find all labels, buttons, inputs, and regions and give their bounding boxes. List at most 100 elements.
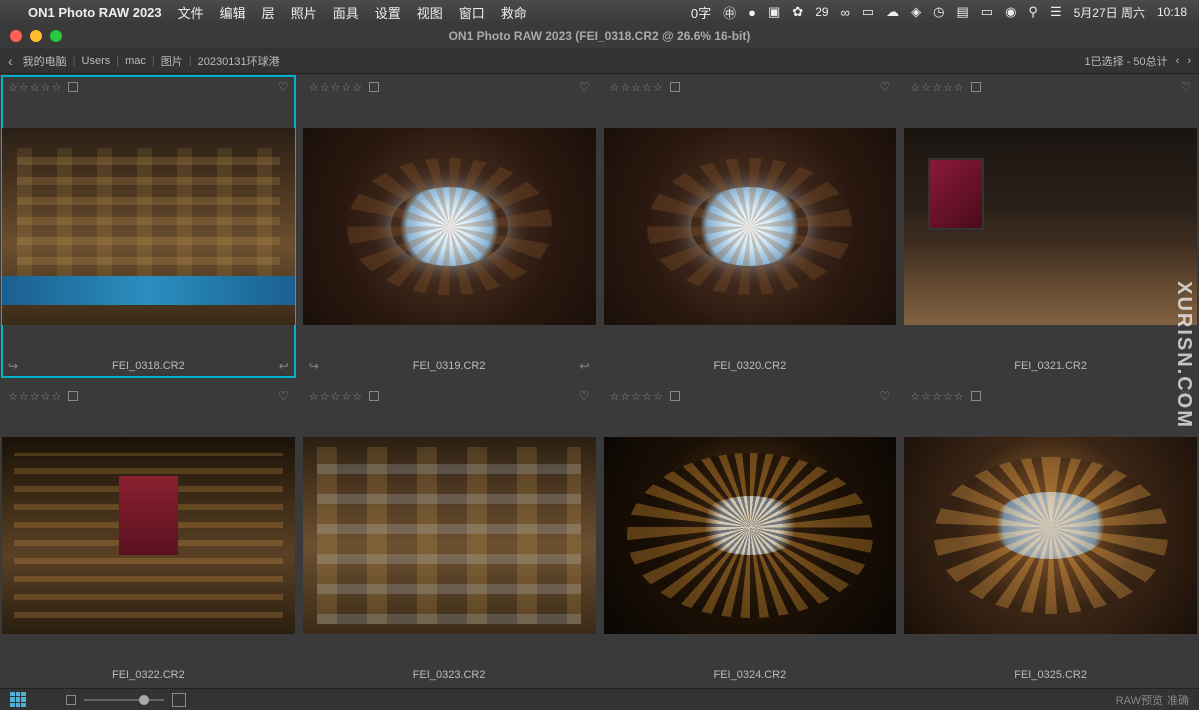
app-name[interactable]: ON1 Photo RAW 2023 [28,5,162,20]
rating-stars[interactable]: ☆☆☆☆☆ [610,390,664,403]
thumb-image[interactable] [604,128,897,325]
thumbnail[interactable]: ☆☆☆☆☆♡FEI_0321.CR2 [904,76,1197,377]
thumb-filename: FEI_0324.CR2 [713,669,786,681]
menu-window[interactable]: 窗口 [459,3,485,22]
rating-stars[interactable]: ☆☆☆☆☆ [309,390,363,403]
thumbnail[interactable]: ☆☆☆☆☆ ♡ FEI_0322.CR2 [2,385,295,686]
thumb-image[interactable] [303,128,596,325]
thumb-header: ☆☆☆☆☆ ♡ [904,76,1197,98]
control-center-icon[interactable]: ☰ [1050,4,1062,20]
menu-settings[interactable]: 设置 [375,3,401,22]
maximize-window-button[interactable] [50,30,62,42]
ime-indicator[interactable]: 0字 [691,3,711,22]
color-label[interactable] [670,391,680,401]
thumb-size-slider[interactable] [84,699,164,701]
thumbnail[interactable]: ☆☆☆☆☆ ♡ FEI_0320.CR2 [604,76,897,377]
window-title: ON1 Photo RAW 2023 (FEI_0318.CR2 @ 26.6%… [449,29,751,43]
thumbnail[interactable]: ☆☆☆☆☆♡↪FEI_0318.CR2↩ [2,76,295,377]
thumb-header: ☆☆☆☆☆ ♡ [303,385,596,407]
rating-stars[interactable]: ☆☆☆☆☆ [610,81,664,94]
thumbnail[interactable]: ☆☆☆☆☆♡↪FEI_0319.CR2↩ [303,76,596,377]
bottom-toolbar: RAW预览 准确 [0,688,1199,710]
breadcrumb-item[interactable]: Users [78,55,115,67]
next-arrow-icon[interactable]: ↩ [579,359,589,373]
breadcrumb-bar: ‹ 我的电脑| Users| mac| 图片| 20230131环球港 1已选择… [0,48,1199,74]
close-window-button[interactable] [10,30,22,42]
rating-stars[interactable]: ☆☆☆☆☆ [309,81,363,94]
raw-accurate-label[interactable]: 准确 [1167,692,1189,708]
thumb-filename: FEI_0322.CR2 [112,669,185,681]
color-label[interactable] [369,82,379,92]
thumbnail[interactable]: ☆☆☆☆☆♡FEI_0323.CR2 [303,385,596,686]
menu-photo[interactable]: 照片 [291,3,317,22]
thumb-footer: FEI_0322.CR2 [2,664,295,686]
prev-arrow-icon[interactable]: ↪ [309,359,319,373]
next-arrow-icon[interactable]: ↩ [279,359,289,373]
search-icon[interactable]: ⚲ [1028,4,1038,20]
display-icon[interactable]: ▭ [981,4,993,20]
prev-button[interactable]: ‹ [1176,55,1180,67]
color-label[interactable] [68,391,78,401]
menu-file[interactable]: 文件 [178,3,204,22]
sync-icon[interactable]: ∞ [841,5,850,20]
breadcrumb-item[interactable]: mac [121,55,150,67]
minimize-window-button[interactable] [30,30,42,42]
color-label[interactable] [68,82,78,92]
color-label[interactable] [971,391,981,401]
font-icon[interactable]: ㊥ [723,3,736,22]
slider-handle[interactable] [139,695,149,705]
cloud-icon[interactable]: ☁ [886,4,899,20]
rating-stars[interactable]: ☆☆☆☆☆ [910,390,964,403]
thumbnail[interactable]: ☆☆☆☆☆ ♡ FEI_0325.CR2 [904,385,1197,686]
thumb-header: ☆☆☆☆☆ ♡ [2,76,295,98]
menu-layer[interactable]: 层 [262,3,275,22]
favorite-icon[interactable]: ♡ [1180,389,1191,403]
color-label[interactable] [670,82,680,92]
favorite-icon[interactable]: ♡ [579,80,590,94]
thumb-image[interactable] [2,437,295,634]
color-label[interactable] [369,391,379,401]
breadcrumb-item[interactable]: 20230131环球港 [194,53,284,69]
thumb-size-large-icon [172,693,186,707]
raw-preview-label[interactable]: RAW预览 [1116,692,1163,708]
grid-view-button[interactable] [10,692,26,708]
thumb-image[interactable] [904,128,1197,325]
thumbnail[interactable]: ☆☆☆☆☆ ♡ FEI_0324.CR2 [604,385,897,686]
menu-edit[interactable]: 编辑 [220,3,246,22]
favorite-icon[interactable]: ♡ [579,389,590,403]
battery-icon[interactable]: ▭ [862,4,874,20]
menubar-date[interactable]: 5月27日 周六 [1074,4,1145,21]
thumb-image[interactable] [604,437,897,634]
thumb-header: ☆☆☆☆☆ ♡ [904,385,1197,407]
breadcrumb-item[interactable]: 图片 [157,53,187,69]
thumb-image[interactable] [303,437,596,634]
screen-icon[interactable]: ▣ [768,4,780,20]
menu-view[interactable]: 视图 [417,3,443,22]
color-label[interactable] [971,82,981,92]
favorite-icon[interactable]: ♡ [278,80,289,94]
menu-help[interactable]: 救命 [501,3,527,22]
thumb-image[interactable] [904,437,1197,634]
mic-icon[interactable]: ● [748,5,756,20]
back-button[interactable]: ‹ [8,53,13,69]
shield-icon[interactable]: ▤ [956,4,968,20]
rating-stars[interactable]: ☆☆☆☆☆ [8,390,62,403]
thumb-filename: FEI_0320.CR2 [713,360,786,372]
thumb-filename: FEI_0325.CR2 [1014,669,1087,681]
breadcrumb-item[interactable]: 我的电脑 [19,53,71,69]
thumb-image[interactable] [2,128,295,325]
menubar-time[interactable]: 10:18 [1157,5,1187,19]
favorite-icon[interactable]: ♡ [879,389,890,403]
menu-mask[interactable]: 面具 [333,3,359,22]
favorite-icon[interactable]: ♡ [1180,80,1191,94]
wechat-icon[interactable]: ✿ [792,4,803,20]
prev-arrow-icon[interactable]: ↪ [8,359,18,373]
diamond-icon[interactable]: ◈ [911,4,921,20]
rating-stars[interactable]: ☆☆☆☆☆ [910,81,964,94]
favorite-icon[interactable]: ♡ [278,389,289,403]
clock-icon[interactable]: ◷ [933,4,944,20]
next-button[interactable]: › [1187,55,1191,67]
wifi-icon[interactable]: ◉ [1005,4,1016,20]
favorite-icon[interactable]: ♡ [879,80,890,94]
rating-stars[interactable]: ☆☆☆☆☆ [8,81,62,94]
